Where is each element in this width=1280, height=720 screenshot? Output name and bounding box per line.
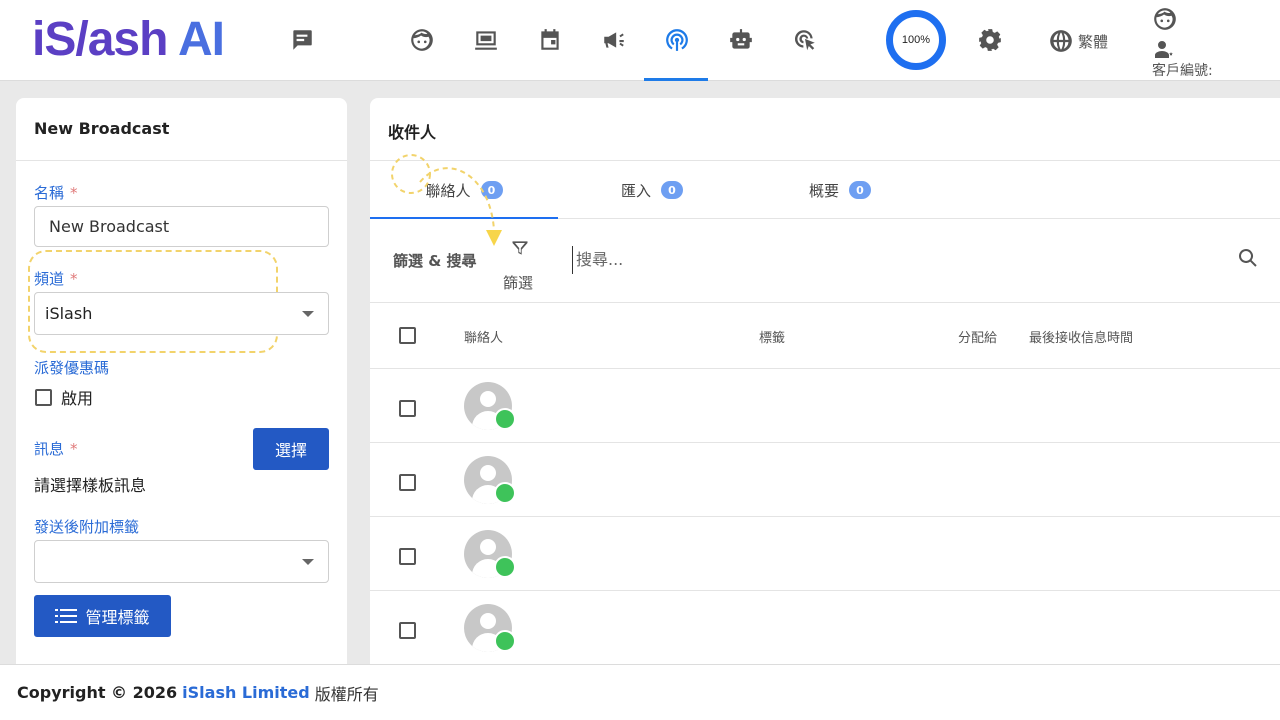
top-bar: iS/ash AI 100% 繁體 客戶編號:: [0, 0, 1280, 81]
whatsapp-icon: [494, 630, 516, 652]
table-row[interactable]: [370, 443, 1280, 517]
megaphone-icon[interactable]: [600, 26, 628, 54]
client-id-label: 客戶編號:: [1152, 63, 1213, 79]
filter-button[interactable]: 篩選: [498, 238, 542, 296]
row-checkbox[interactable]: [399, 400, 416, 417]
company-link[interactable]: iSlash Limited: [182, 683, 310, 702]
progress-label: 100%: [901, 34, 931, 46]
import-count-badge: 0: [661, 181, 683, 199]
column-assigned[interactable]: 分配給: [958, 327, 997, 346]
channel-select[interactable]: iSlash: [34, 292, 329, 335]
select-template-button[interactable]: 選擇: [253, 428, 329, 470]
whatsapp-icon: [494, 408, 516, 430]
filter-search-label: 篩選 & 搜尋: [393, 252, 477, 270]
islash-logo[interactable]: iS/ash AI: [32, 12, 225, 68]
inbox-icon[interactable]: [472, 26, 500, 54]
select-all-checkbox[interactable]: [399, 327, 416, 344]
language-label: 繁體: [1078, 32, 1109, 51]
gear-icon[interactable]: [976, 26, 1004, 54]
row-checkbox[interactable]: [399, 548, 416, 565]
rights-text: 版權所有: [314, 684, 379, 704]
channel-label: 頻道 *: [34, 270, 78, 288]
chat-icon[interactable]: [288, 26, 316, 54]
filter-button-label: 篩選: [503, 274, 534, 292]
broadcast-settings-panel: New Broadcast 名稱 * New Broadcast 頻道 * iSla…: [16, 98, 347, 664]
enable-coupon-checkbox-row[interactable]: 啟用: [35, 385, 93, 409]
row-checkbox[interactable]: [399, 622, 416, 639]
table-row[interactable]: [370, 369, 1280, 443]
whatsapp-icon: [494, 556, 516, 578]
tag-select[interactable]: [34, 540, 329, 583]
name-label: 名稱 *: [34, 184, 78, 202]
face-icon[interactable]: [408, 26, 436, 54]
channel-value: iSlash: [45, 304, 93, 323]
chevron-down-icon: [302, 559, 314, 565]
chevron-down-icon: [302, 311, 314, 317]
broadcast-icon[interactable]: [663, 26, 691, 54]
filter-search-bar: 篩選 & 搜尋 篩選 搜尋...: [370, 220, 1280, 303]
click-icon[interactable]: [791, 26, 819, 54]
robot-icon[interactable]: [727, 26, 755, 54]
user-settings-icon: [1155, 41, 1173, 58]
copyright-text: Copyright © 2026: [17, 683, 178, 702]
enable-label: 啟用: [61, 389, 94, 408]
column-tags[interactable]: 標籤: [759, 327, 785, 346]
search-icon[interactable]: [1236, 246, 1260, 270]
manage-tags-label: 管理標籤: [85, 608, 150, 627]
column-last-received[interactable]: 最後接收信息時間: [1029, 327, 1133, 346]
name-input[interactable]: New Broadcast: [34, 206, 329, 247]
manage-tags-button[interactable]: 管理標籤: [34, 595, 171, 637]
usage-progress-ring[interactable]: 100%: [886, 10, 946, 70]
row-checkbox[interactable]: [399, 474, 416, 491]
enable-coupon-checkbox[interactable]: [35, 388, 52, 406]
tab-summary[interactable]: 概要 0: [746, 161, 934, 219]
filter-icon: [512, 241, 528, 255]
recipients-panel: 收件人 聯絡人 0 匯入 0 概要 0 篩選 & 搜尋 篩選 搜尋... 聯絡人: [370, 98, 1280, 664]
account-menu[interactable]: 客戶編號:: [1152, 4, 1232, 79]
message-hint: 請選擇樣板訊息: [34, 476, 147, 495]
summary-count-badge: 0: [849, 181, 871, 199]
globe-icon: [1050, 30, 1072, 52]
user-face-icon: [1154, 8, 1176, 30]
table-row[interactable]: [370, 591, 1280, 664]
tag-label: 發送後附加標籤: [34, 518, 140, 536]
search-input[interactable]: 搜尋...: [572, 246, 1212, 274]
whatsapp-icon: [494, 482, 516, 504]
language-switcher[interactable]: 繁體: [1048, 28, 1108, 54]
contacts-table-header: 聯絡人 標籤 分配給 最後接收信息時間: [370, 303, 1280, 369]
table-row[interactable]: [370, 517, 1280, 591]
message-label: 訊息 *: [34, 440, 78, 458]
list-icon: [55, 609, 78, 623]
footer: Copyright © 2026 iSlash Limited 版權所有: [0, 664, 1280, 720]
column-contact[interactable]: 聯絡人: [464, 327, 503, 346]
coupon-label: 派發優惠碼: [34, 359, 110, 377]
active-nav-indicator: [644, 78, 708, 81]
calendar-icon[interactable]: [536, 26, 564, 54]
panel-title: New Broadcast: [16, 98, 347, 161]
tab-import[interactable]: 匯入 0: [558, 161, 746, 219]
